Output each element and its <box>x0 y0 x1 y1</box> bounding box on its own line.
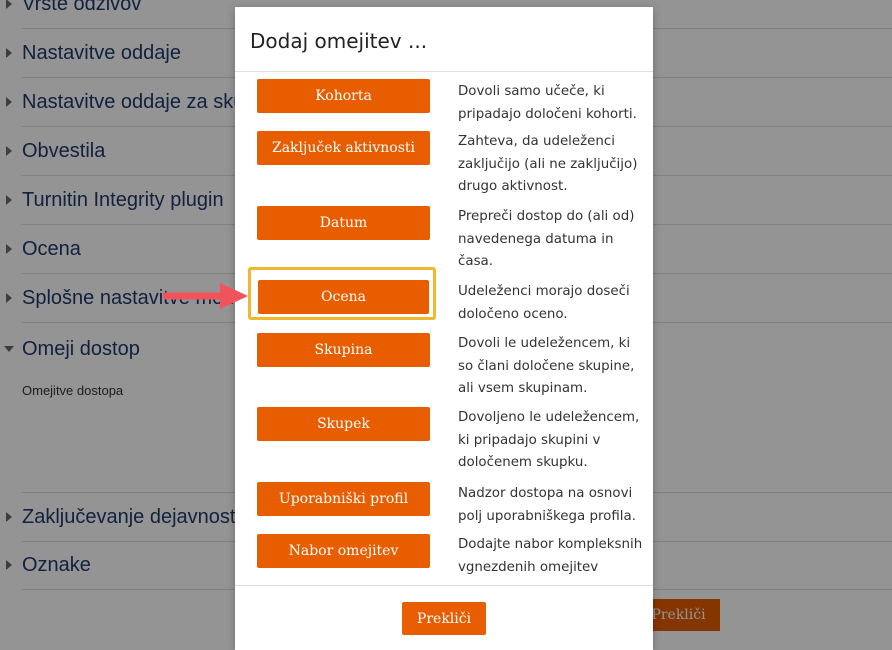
option-description: Zahteva, da udeleženci zaključijo (ali n… <box>458 134 638 194</box>
option-description: Dodajte nabor kompleksnih vgnezdenih ome… <box>458 537 643 575</box>
option-description: Dovoli samo učeče, ki pripadajo določeni… <box>458 84 637 122</box>
kohorta-button[interactable]: Kohorta <box>257 79 430 113</box>
datum-button[interactable]: Datum <box>257 206 430 240</box>
skupek-button[interactable]: Skupek <box>257 407 430 441</box>
zakljucek-aktivnosti-button[interactable]: Zaključek aktivnosti <box>257 131 430 165</box>
arrow-right-icon <box>162 283 248 309</box>
divider <box>235 71 653 72</box>
skupina-button[interactable]: Skupina <box>257 333 430 367</box>
add-restriction-dialog: Dodaj omejitev ... Kohorta Dovoli samo u… <box>235 7 653 650</box>
option-description: Prepreči dostop do (ali od) navedenega d… <box>458 209 635 269</box>
ocena-button[interactable]: Ocena <box>258 280 429 314</box>
uporabniski-profil-button[interactable]: Uporabniški profil <box>257 482 430 516</box>
option-description: Udeleženci morajo doseči določeno oceno. <box>458 284 630 322</box>
cancel-button[interactable]: Prekliči <box>402 602 486 635</box>
option-description: Nadzor dostopa na osnovi polj uporabnišk… <box>458 486 636 524</box>
divider <box>235 585 653 586</box>
nabor-omejitev-button[interactable]: Nabor omejitev <box>257 534 430 568</box>
option-description: Dovoljeno le udeležencem, ki pripadajo s… <box>458 410 640 470</box>
option-description: Dovoli le udeležencem, ki so člani določ… <box>458 336 635 396</box>
dialog-title: Dodaj omejitev ... <box>250 29 428 53</box>
